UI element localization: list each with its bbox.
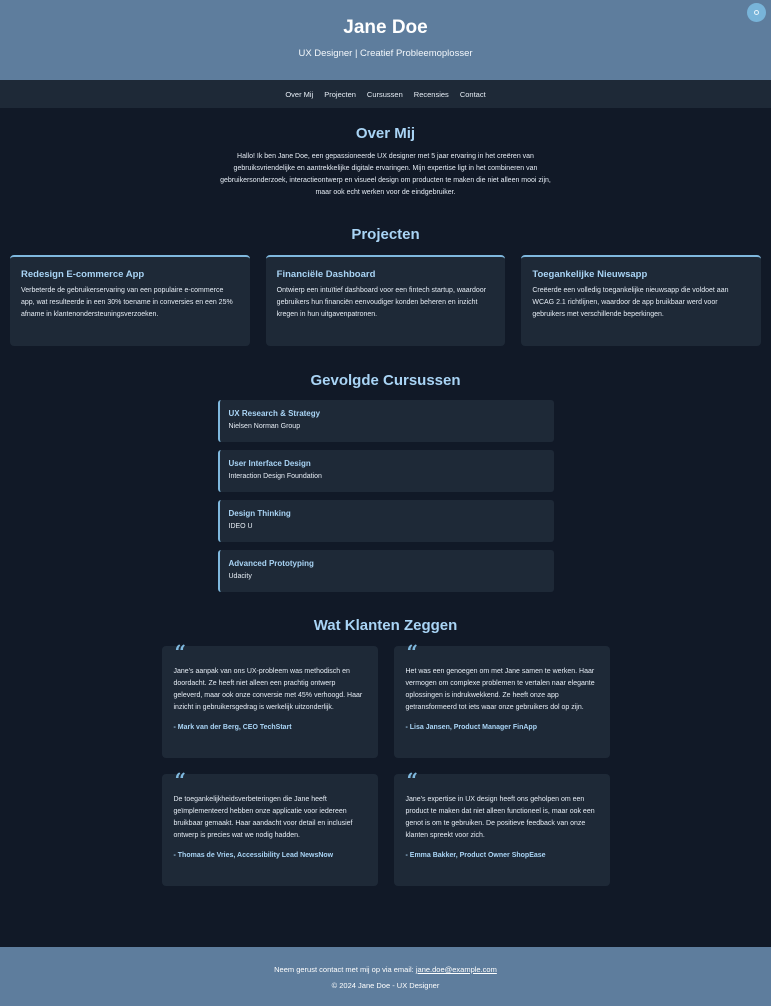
theme-toggle-icon: [754, 10, 759, 15]
review-text: Het was een genoegen om met Jane samen t…: [405, 668, 595, 711]
projects-title: Projecten: [351, 226, 420, 243]
about-section: Over Mij Hallo! Ik ben Jane Doe, een gep…: [0, 125, 771, 199]
nav-link-contact[interactable]: Contact: [460, 90, 486, 99]
project-list: Redesign E-commerce App Verbeterde de ge…: [0, 255, 771, 346]
page-footer: Neem gerust contact met mij op via email…: [0, 947, 771, 1006]
course-item: User Interface Design Interaction Design…: [217, 450, 554, 492]
review-author: - Thomas de Vries, Accessibility Lead Ne…: [173, 852, 334, 859]
review-author: - Mark van der Berg, CEO TechStart: [173, 724, 292, 731]
course-item: Design Thinking IDEO U: [217, 500, 554, 542]
about-title: Over Mij: [355, 125, 416, 142]
quote-icon: “: [406, 768, 419, 792]
review-card: “ Jane's expertise in UX design heeft on…: [393, 770, 610, 886]
course-provider: IDEO U: [228, 523, 253, 530]
quote-icon: “: [174, 640, 187, 664]
course-title: Design Thinking: [228, 509, 291, 518]
project-description: Verbeterde de gebruikerservaring van een…: [21, 287, 233, 318]
review-card: “ De toegankelijkheidsverbeteringen die …: [161, 770, 378, 886]
quote-icon: “: [174, 768, 187, 792]
page-subtitle: UX Designer | Creatief Probleemoplosser: [298, 48, 473, 59]
project-title: Redesign E-commerce App: [21, 269, 145, 280]
course-provider: Nielsen Norman Group: [228, 423, 301, 430]
courses-section: Gevolgde Cursussen UX Research & Strateg…: [0, 372, 771, 592]
review-author: - Emma Bakker, Product Owner ShopEase: [405, 852, 546, 859]
project-description: Ontwierp een intuïtief dashboard voor ee…: [276, 287, 487, 318]
reviews-section: Wat Klanten Zeggen “ Jane's aanpak van o…: [0, 617, 771, 886]
nav-link-over-mij[interactable]: Over Mij: [285, 90, 313, 99]
project-title: Financiële Dashboard: [276, 269, 376, 280]
course-item: Advanced Prototyping Udacity: [217, 550, 554, 592]
quote-icon: “: [406, 640, 419, 664]
course-provider: Udacity: [228, 573, 252, 580]
course-item: UX Research & Strategy Nielsen Norman Gr…: [217, 400, 554, 442]
page-title: Jane Doe: [343, 17, 428, 38]
project-title: Toegankelijke Nieuwsapp: [532, 269, 648, 280]
review-card: “ Het was een genoegen om met Jane samen…: [393, 642, 610, 758]
nav-link-cursussen[interactable]: Cursussen: [367, 90, 403, 99]
projects-section: Projecten Redesign E-commerce App Verbet…: [0, 226, 771, 346]
copyright-text: © 2024 Jane Doe - UX Designer: [331, 981, 440, 990]
review-author: - Lisa Jansen, Product Manager FinApp: [405, 724, 537, 731]
review-list: “ Jane's aanpak van ons UX-probleem was …: [161, 642, 610, 886]
review-text: Jane's aanpak van ons UX-probleem was me…: [173, 668, 363, 711]
contact-line: Neem gerust contact met mij op via email…: [0, 965, 771, 974]
review-text: Jane's expertise in UX design heeft ons …: [405, 796, 595, 839]
course-title: Advanced Prototyping: [228, 559, 314, 568]
contact-text: Neem gerust contact met mij op via email…: [274, 965, 416, 974]
course-title: User Interface Design: [228, 459, 311, 468]
review-card: “ Jane's aanpak van ons UX-probleem was …: [161, 642, 378, 758]
page-header: Jane Doe UX Designer | Creatief Probleem…: [0, 0, 771, 80]
about-text: Hallo! Ik ben Jane Doe, een gepassioneer…: [220, 153, 551, 196]
project-card: Redesign E-commerce App Verbeterde de ge…: [10, 255, 250, 346]
nav-link-projecten[interactable]: Projecten: [324, 90, 356, 99]
course-title: UX Research & Strategy: [228, 409, 321, 418]
theme-toggle-button[interactable]: [747, 3, 766, 22]
reviews-title: Wat Klanten Zeggen: [313, 617, 458, 634]
course-provider: Interaction Design Foundation: [228, 473, 322, 480]
nav-link-recensies[interactable]: Recensies: [414, 90, 449, 99]
project-card: Financiële Dashboard Ontwierp een intuït…: [265, 255, 506, 346]
project-card: Toegankelijke Nieuwsapp Creëerde een vol…: [521, 255, 762, 346]
courses-title: Gevolgde Cursussen: [310, 372, 461, 389]
course-list: UX Research & Strategy Nielsen Norman Gr…: [217, 400, 554, 592]
main-nav: Over Mij Projecten Cursussen Recensies C…: [0, 80, 771, 108]
review-text: De toegankelijkheidsverbeteringen die Ja…: [173, 796, 353, 839]
email-link[interactable]: jane.doe@example.com: [416, 965, 497, 974]
project-description: Creëerde een volledig toegankelijke nieu…: [532, 287, 729, 318]
